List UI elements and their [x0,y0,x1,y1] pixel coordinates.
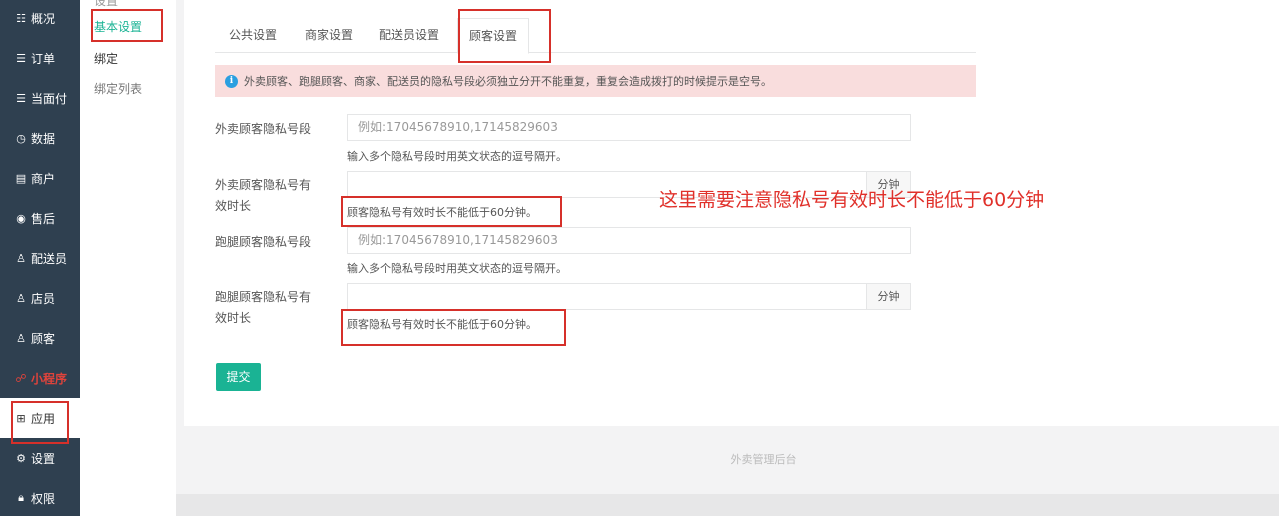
tab-courier-settings[interactable]: 配送员设置 [367,18,451,53]
face-pay-icon: ☰ [16,91,26,105]
dashboard-icon: ☷ [16,11,26,25]
nav-item-courier[interactable]: ♙ 配送员 [0,238,80,278]
nav-item-merchant[interactable]: ▤ 商户 [0,158,80,198]
orders-icon: ☰ [16,51,26,65]
nav-item-label: 售后 [31,211,56,226]
info-icon: i [225,74,238,88]
label-line: 效时长 [215,199,252,213]
nav-item-permissions[interactable]: 🔒︎ 权限 [0,478,80,516]
takeout-duration-label: 外卖顾客隐私号有 效时长 [215,175,320,217]
nav-item-mini-program[interactable]: ☍ 小程序 [0,358,80,398]
nav-item-label: 数据 [31,131,56,146]
nav-item-label: 店员 [31,291,56,306]
errand-segment-input[interactable]: 例如:17045678910,17145829603 [347,227,911,254]
takeout-segment-help: 输入多个隐私号段时用英文状态的逗号隔开。 [347,150,567,163]
subnav-group-binding: 绑定 [94,52,119,66]
nav-item-label: 权限 [31,491,56,506]
bottom-band [176,494,1279,516]
nav-item-clerk[interactable]: ♙ 店员 [0,278,80,318]
courier-icon: ♙ [16,251,26,265]
highlight-box-errand-duration-help [341,309,566,346]
merchant-icon: ▤ [15,171,27,185]
nav-item-label: 配送员 [31,251,68,266]
errand-duration-label: 跑腿顾客隐私号有 效时长 [215,287,320,329]
subnav-group-settings: 设置 [94,0,119,8]
nav-item-label: 商户 [31,171,56,186]
errand-segment-label: 跑腿顾客隐私号段 [215,235,312,249]
notice-alert: i 外卖顾客、跑腿顾客、商家、配送员的隐私号段必须独立分开不能重复，重复会造成拨… [215,65,976,97]
submit-button[interactable]: 提交 [216,363,261,391]
tab-public-settings[interactable]: 公共设置 [215,18,291,53]
data-icon: ◷ [16,131,26,145]
errand-duration-input[interactable] [347,283,867,310]
nav-item-label: 顾客 [31,331,56,346]
highlight-box-apps [11,401,69,444]
tab-merchant-settings[interactable]: 商家设置 [293,18,365,53]
highlight-box-customer-tab [458,9,551,63]
settings-tabs: 公共设置 商家设置 配送员设置 顾客设置 [215,18,976,54]
label-line: 外卖顾客隐私号有 [215,178,312,192]
nav-item-label: 当面付 [31,91,68,106]
secondary-sidebar: 设置 基本设置 绑定 绑定列表 [80,0,176,516]
nav-item-face-pay[interactable]: ☰ 当面付 [0,78,80,118]
errand-segment-help: 输入多个隐私号段时用英文状态的逗号隔开。 [347,262,567,275]
nav-item-overview[interactable]: ☷ 概况 [0,0,80,38]
subnav-item-binding-list[interactable]: 绑定列表 [94,80,142,97]
nav-item-label: 设置 [31,451,56,466]
label-line: 跑腿顾客隐私号有 [215,290,312,304]
after-sales-icon: ◉ [16,211,26,225]
errand-duration-unit: 分钟 [866,283,911,310]
footer-text: 外卖管理后台 [730,453,797,466]
highlight-box-takeout-duration-help [341,196,562,227]
nav-item-settings[interactable]: ⚙ 设置 [0,438,80,478]
highlight-box-basic-settings [91,9,163,42]
nav-item-after-sales[interactable]: ◉ 售后 [0,198,80,238]
mini-program-icon: ☍ [15,371,27,385]
nav-item-label: 小程序 [31,371,68,386]
nav-item-customer[interactable]: ♙ 顾客 [0,318,80,358]
clerk-icon: ♙ [16,291,26,305]
settings-icon: ⚙ [16,451,26,465]
annotation-note: 这里需要注意隐私号有效时长不能低于60分钟 [659,189,1045,211]
nav-item-orders[interactable]: ☰ 订单 [0,38,80,78]
notice-text: 外卖顾客、跑腿顾客、商家、配送员的隐私号段必须独立分开不能重复，重复会造成拨打的… [244,75,772,88]
label-line: 效时长 [215,311,252,325]
takeout-segment-label: 外卖顾客隐私号段 [215,122,312,136]
takeout-segment-input[interactable]: 例如:17045678910,17145829603 [347,114,911,141]
customer-icon: ♙ [16,331,26,345]
nav-item-label: 概况 [31,11,56,26]
nav-item-label: 订单 [31,51,56,66]
nav-item-data[interactable]: ◷ 数据 [0,118,80,158]
permissions-icon: 🔒︎ [18,491,24,504]
